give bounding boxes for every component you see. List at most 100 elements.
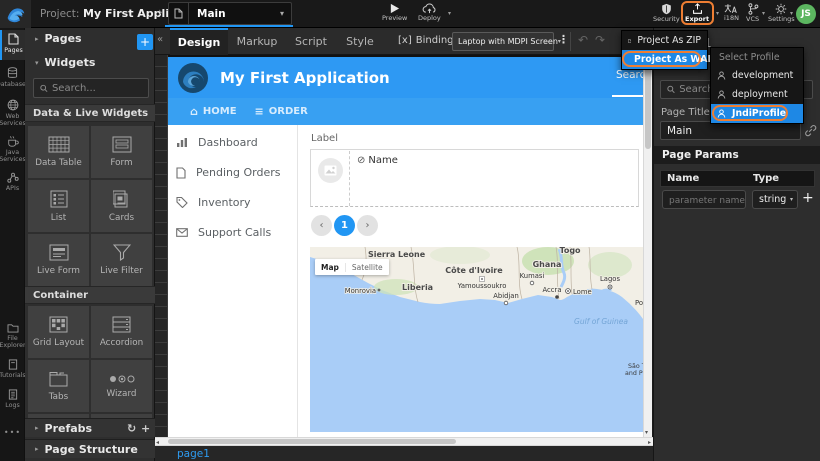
menu-item-deployment[interactable]: deployment (711, 85, 803, 104)
widget-wizard[interactable]: Wizard (91, 360, 152, 412)
map-label-accra: Accra (543, 286, 562, 294)
tab-design[interactable]: Design (170, 28, 228, 55)
profile-person-icon (717, 71, 726, 80)
tag-icon (176, 197, 188, 208)
rail-item-databases[interactable]: Databases (0, 64, 25, 92)
add-page-button[interactable]: + (137, 34, 153, 50)
studio-logo[interactable] (0, 0, 31, 28)
add-prefab-icon[interactable]: + (141, 422, 150, 435)
canvas-vertical-scrollbar[interactable]: ▾ (643, 57, 652, 437)
menu-item-development[interactable]: development (711, 66, 803, 85)
expand-right-icon: ▸ (35, 35, 39, 43)
menu-item-project-as-zip[interactable]: Project As ZIP (622, 31, 707, 50)
col-type: Type (753, 173, 779, 184)
kebab-menu-icon[interactable]: ⋮ (558, 33, 569, 46)
device-selector[interactable]: Laptop with MDPI Screen ▾ (452, 32, 554, 51)
pagination-page-1[interactable]: 1 (334, 215, 355, 236)
param-name-field[interactable] (662, 190, 746, 209)
tab-script[interactable]: Script (286, 28, 336, 55)
rail-item-java-services[interactable]: Java Services (0, 132, 25, 164)
more-icon: ••• (4, 429, 21, 436)
api-nodes-icon (7, 171, 19, 183)
widget-search[interactable] (33, 78, 149, 98)
vcs-chevron-icon[interactable]: ▾ (762, 10, 765, 17)
settings-chevron-icon[interactable]: ▾ (790, 10, 793, 17)
satellite-button[interactable]: Satellite (345, 263, 389, 272)
map-label-togo: Togo (559, 247, 581, 255)
widget-live-filter[interactable]: Live Filter (91, 234, 152, 286)
rail-item-more[interactable]: ••• (0, 426, 25, 442)
pagination-prev[interactable]: ‹ (311, 215, 332, 236)
statusbar-page-name[interactable]: page1 (177, 448, 210, 460)
vcs-button[interactable]: VCS (746, 3, 759, 23)
collapse-panel-icon[interactable]: « (157, 34, 163, 45)
menu-dashboard[interactable]: Dashboard (176, 136, 258, 149)
name-field[interactable]: Name (368, 155, 398, 166)
nav-home[interactable]: ⌂ HOME (190, 105, 237, 118)
widget-grid-layout[interactable]: Grid Layout (28, 306, 89, 358)
menu-inventory[interactable]: Inventory (176, 196, 251, 209)
bind-link-icon[interactable] (804, 124, 817, 137)
widget-form[interactable]: Form (91, 126, 152, 178)
search-icon (40, 84, 48, 93)
page-selector[interactable]: Main ▾ (168, 2, 292, 25)
map-widget[interactable]: Sierra Leone Monrovia Liberia Côte d'Ivo… (310, 247, 643, 432)
add-param-button[interactable]: + (802, 190, 814, 206)
prefabs-section-header[interactable]: ▸ Prefabs ↻ + (25, 418, 155, 437)
rail-item-tutorials[interactable]: Tutorials (0, 356, 25, 382)
page-title-input[interactable] (667, 125, 800, 137)
rail-item-web-services[interactable]: Web Services (0, 96, 25, 128)
rail-item-apis[interactable]: APIs (0, 168, 25, 194)
menu-support-calls[interactable]: Support Calls (176, 226, 271, 239)
tab-style[interactable]: Style (336, 28, 384, 55)
bind-slash-icon: ⊘ (357, 155, 365, 166)
cloud-upload-icon (422, 3, 437, 14)
tab-markup[interactable]: Markup (228, 28, 286, 55)
deploy-chevron-icon[interactable]: ▾ (448, 10, 451, 17)
map-button[interactable]: Map (315, 263, 345, 272)
app-title: My First Application (220, 69, 390, 87)
list-widget-card[interactable]: ⊘ Name (310, 149, 639, 207)
nav-order[interactable]: ≡ ORDER (255, 105, 308, 118)
menu-item-project-as-war[interactable]: Project As WAR ▶ (622, 50, 707, 69)
widget-list[interactable]: List (28, 180, 89, 232)
rail-item-file-explorer[interactable]: File Explorer (0, 320, 25, 352)
wizard-icon (109, 374, 135, 384)
pages-section-header[interactable]: ▸ Pages (25, 32, 155, 45)
menu-item-jndiprofile[interactable]: JndiProfile (711, 104, 803, 123)
widget-search-input[interactable] (52, 83, 142, 94)
cards-icon (113, 190, 131, 208)
page-icon (169, 3, 189, 24)
pagination-next[interactable]: › (357, 215, 378, 236)
page-structure-section-header[interactable]: ▸ Page Structure (25, 439, 155, 458)
label-widget[interactable]: Label (311, 133, 338, 144)
app-content-divider (297, 125, 298, 437)
picture-icon (324, 165, 337, 176)
globe-icon (7, 99, 19, 111)
i18n-button[interactable]: i18N (724, 3, 739, 22)
widget-data-table[interactable]: Data Table (28, 126, 89, 178)
security-button[interactable]: Security (653, 3, 680, 23)
widget-tabs[interactable]: Tabs (28, 360, 89, 412)
widget-live-form[interactable]: Live Form (28, 234, 89, 286)
canvas-horizontal-scrollbar[interactable]: ◂ ▸ (155, 437, 653, 446)
menu-pending-orders[interactable]: Pending Orders (176, 166, 280, 179)
redo-icon[interactable]: ↷ (595, 33, 605, 47)
rail-item-logs[interactable]: Logs (0, 386, 25, 412)
rail-item-pages[interactable]: Pages (0, 30, 25, 60)
hscroll-thumb[interactable] (168, 439, 456, 444)
widgets-section-header[interactable]: ▾ Widgets (25, 56, 155, 69)
widget-cards[interactable]: Cards (91, 180, 152, 232)
vscroll-thumb[interactable] (645, 59, 651, 149)
preview-button[interactable]: Preview (382, 3, 407, 22)
deploy-button[interactable]: Deploy (418, 3, 441, 22)
widget-accordion[interactable]: Accordion (91, 306, 152, 358)
export-chevron-icon[interactable]: ▾ (716, 10, 719, 17)
user-avatar[interactable]: JS (796, 4, 816, 24)
param-name-input[interactable] (669, 194, 745, 206)
refresh-prefabs-icon[interactable]: ↻ (127, 422, 136, 435)
param-type-select[interactable]: string ▾ (752, 190, 798, 209)
scroll-down-icon[interactable]: ▾ (645, 428, 648, 437)
export-button[interactable]: Export (685, 3, 709, 23)
undo-icon[interactable]: ↶ (578, 33, 588, 47)
